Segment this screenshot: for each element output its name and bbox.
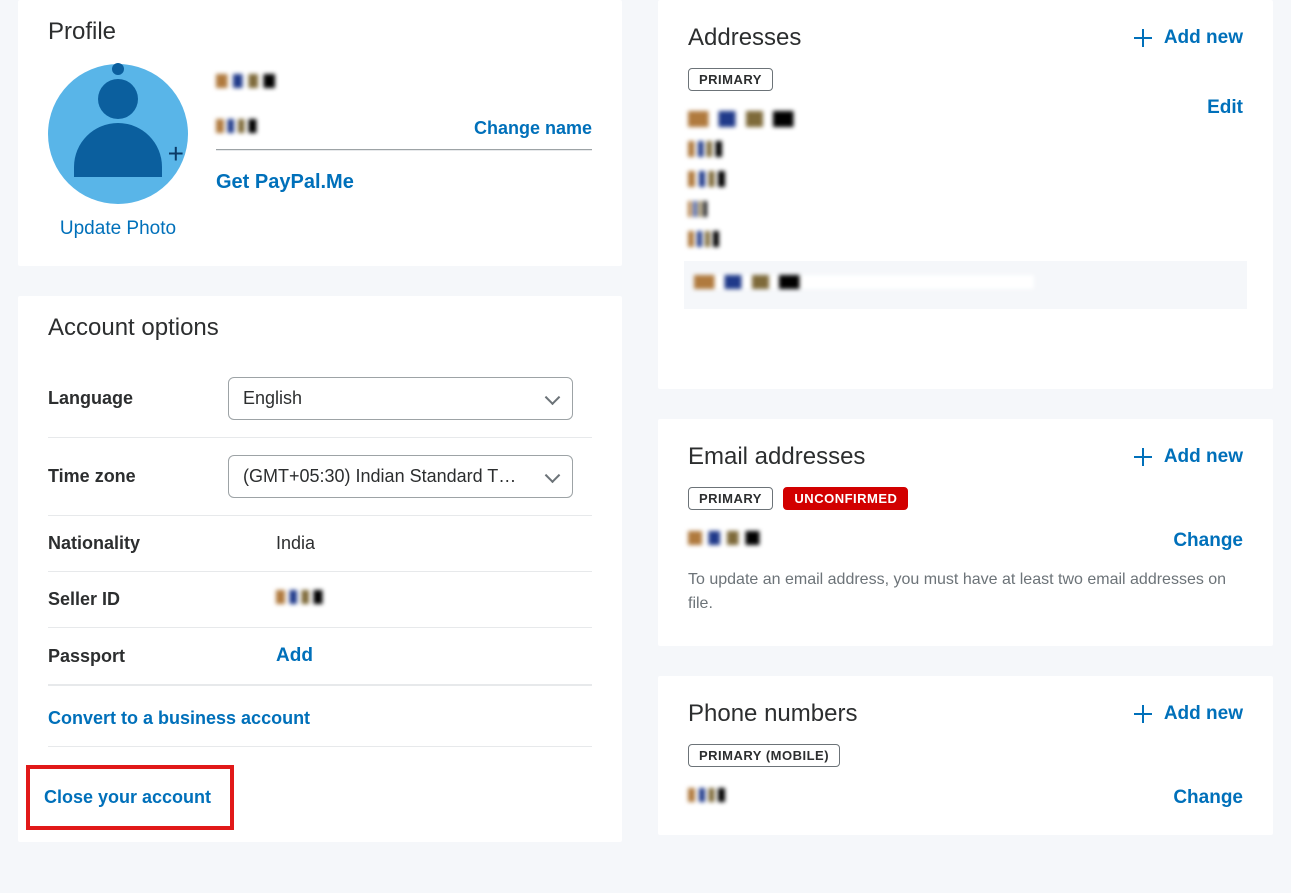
language-label: Language — [48, 388, 228, 409]
emails-add-new[interactable]: Add new — [1134, 446, 1243, 468]
close-account-highlight: Close your account — [26, 765, 234, 830]
user-name-line1 — [216, 74, 406, 88]
addresses-add-new[interactable]: Add new — [1134, 27, 1243, 49]
avatar-placeholder-icon — [73, 79, 163, 189]
email-hint: To update an email address, you must hav… — [688, 552, 1243, 620]
emails-title: Email addresses — [688, 443, 865, 471]
add-photo-plus-icon: + — [168, 138, 184, 170]
email-unconfirmed-badge: UNCONFIRMED — [783, 487, 908, 510]
emails-add-new-label: Add new — [1164, 446, 1243, 468]
passport-add-link[interactable]: Add — [276, 645, 313, 666]
timezone-label: Time zone — [48, 466, 228, 487]
close-account-link[interactable]: Close your account — [44, 787, 211, 807]
passport-label: Passport — [48, 646, 228, 667]
addresses-add-new-label: Add new — [1164, 27, 1243, 49]
phone-primary-mobile-badge: PRIMARY (MOBILE) — [688, 744, 840, 767]
update-photo-link[interactable]: Update Photo — [60, 218, 176, 239]
phones-add-new[interactable]: Add new — [1134, 703, 1243, 725]
seller-id-value — [276, 590, 426, 604]
email-addresses-card: Email addresses Add new PRIMARY UNCONFIR… — [658, 419, 1273, 646]
account-options-card: Account options Language English Time zo… — [18, 296, 622, 842]
language-select[interactable]: English — [228, 377, 573, 420]
phone-change-link[interactable]: Change — [1173, 787, 1243, 809]
convert-business-link[interactable]: Convert to a business account — [48, 708, 310, 729]
profile-title: Profile — [48, 18, 592, 46]
email-change-link[interactable]: Change — [1173, 530, 1243, 552]
nationality-label: Nationality — [48, 533, 228, 554]
account-options-title: Account options — [48, 314, 592, 342]
addresses-title: Addresses — [688, 24, 801, 52]
address-lines — [688, 111, 1243, 247]
phone-numbers-card: Phone numbers Add new PRIMARY (MOBILE) C… — [658, 676, 1273, 835]
plus-icon — [1134, 29, 1152, 47]
address-primary-badge: PRIMARY — [688, 68, 773, 91]
plus-icon — [1134, 448, 1152, 466]
addresses-card: Addresses Add new PRIMARY Edit — [658, 0, 1273, 389]
nationality-value: India — [228, 533, 315, 554]
language-value: English — [243, 388, 302, 408]
timezone-value: (GMT+05:30) Indian Standard T… — [243, 466, 516, 486]
change-name-link[interactable]: Change name — [474, 118, 592, 139]
address-edit-link[interactable]: Edit — [1207, 97, 1243, 119]
email-primary-badge: PRIMARY — [688, 487, 773, 510]
get-paypalme-link[interactable]: Get PayPal.Me — [216, 171, 354, 193]
email-value — [688, 531, 918, 545]
profile-card: Profile + Update Photo Change name — [18, 0, 622, 266]
plus-icon — [1134, 705, 1152, 723]
seller-id-label: Seller ID — [48, 589, 228, 610]
phone-value — [688, 788, 808, 802]
user-name-line2 — [216, 119, 346, 133]
timezone-select[interactable]: (GMT+05:30) Indian Standard T… — [228, 455, 573, 498]
avatar[interactable]: + — [48, 64, 188, 204]
phones-add-new-label: Add new — [1164, 703, 1243, 725]
phones-title: Phone numbers — [688, 700, 857, 728]
